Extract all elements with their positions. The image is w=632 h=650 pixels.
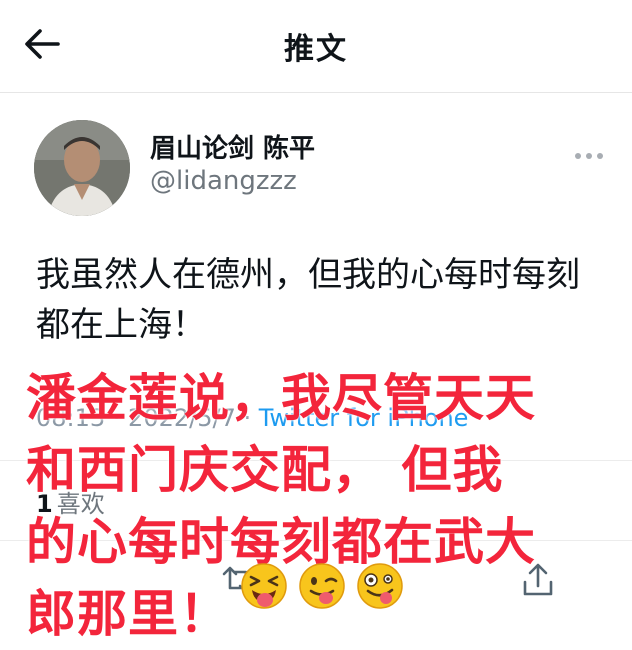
top-bar: 推文 [0,0,632,92]
more-dots-icon[interactable] [575,144,615,159]
laughing-tongue-emoji-icon [240,562,288,610]
tweet-text: 我虽然人在德州，但我的心每时每刻都在上海！ [36,255,580,345]
header-divider [0,92,632,93]
author-handle[interactable]: @lidangzzz [150,166,297,196]
winking-tongue-emoji-icon [298,562,346,610]
avatar[interactable] [34,120,130,216]
page-title: 推文 [284,32,348,67]
zany-face-emoji-icon [356,562,404,610]
author-display-name[interactable]: 眉山论剑 陈平 [150,128,315,165]
